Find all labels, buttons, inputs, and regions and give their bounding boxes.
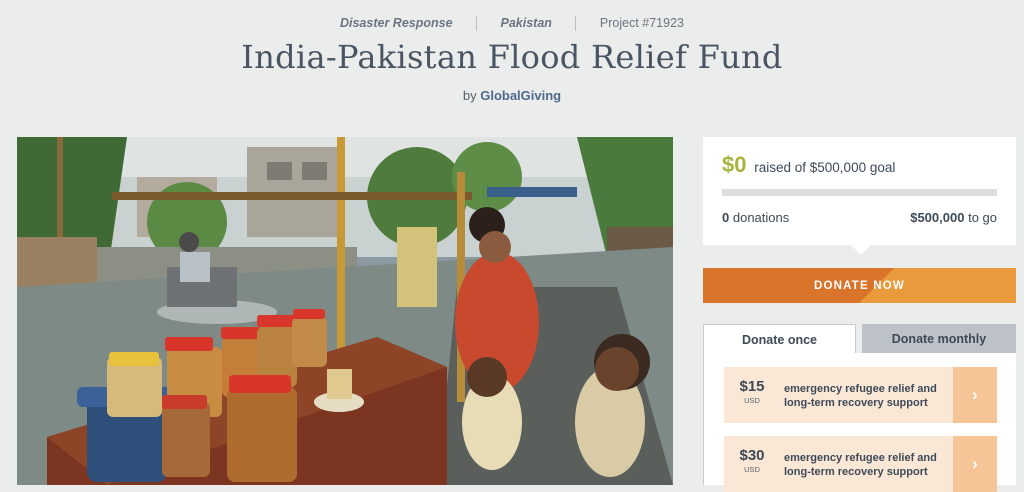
tab-donate-once[interactable]: Donate once	[703, 324, 856, 355]
project-number: Project #71923	[599, 16, 684, 30]
project-photo	[17, 137, 673, 485]
byline-prefix: by	[462, 88, 477, 103]
donations-number: 0	[722, 210, 730, 225]
raised-goal-text: raised of $500,000 goal	[754, 160, 896, 175]
funding-summary-card: $0 raised of $500,000 goal 0 donations $…	[703, 137, 1016, 255]
donations-count: 0 donations	[722, 210, 789, 225]
breadcrumb-category-link[interactable]: Disaster Response	[340, 16, 453, 30]
donation-option-30[interactable]: $30 USD emergency refugee relief and lon…	[724, 436, 997, 492]
chevron-right-icon[interactable]: ›	[953, 436, 997, 492]
breadcrumb-divider	[575, 16, 577, 32]
raised-summary: $0 raised of $500,000 goal	[722, 152, 895, 178]
donation-options-panel: $15 USD emergency refugee relief and lon…	[703, 353, 1016, 492]
breadcrumb-divider	[476, 16, 478, 32]
option-price: $15 USD	[724, 378, 780, 405]
amount-to-go: $500,000 to go	[910, 210, 997, 225]
to-go-label: to go	[968, 210, 997, 225]
raised-amount: $0	[722, 152, 747, 177]
chevron-right-icon[interactable]: ›	[953, 367, 997, 423]
option-currency: USD	[744, 465, 760, 474]
byline: by GlobalGiving	[0, 88, 1024, 103]
card-pointer	[851, 245, 871, 255]
donations-label: donations	[732, 210, 790, 225]
option-description: emergency refugee relief and long-term r…	[784, 452, 937, 478]
option-amount: $30	[739, 447, 765, 464]
donation-option-15[interactable]: $15 USD emergency refugee relief and lon…	[724, 367, 997, 423]
funding-progress-bar	[722, 189, 997, 196]
donate-now-button[interactable]: DONATE NOW	[703, 268, 1016, 303]
tab-donate-monthly[interactable]: Donate monthly	[862, 324, 1016, 354]
page-title: India-Pakistan Flood Relief Fund	[241, 38, 783, 76]
option-currency: USD	[744, 396, 760, 405]
donation-frequency-tabs: Donate once Donate monthly	[703, 324, 1016, 355]
to-go-amount: $500,000	[910, 210, 965, 225]
option-amount: $15	[739, 378, 765, 395]
breadcrumb: Disaster Response Pakistan Project #7192…	[0, 16, 1024, 32]
option-price: $30 USD	[724, 447, 780, 474]
breadcrumb-country-link[interactable]: Pakistan	[501, 16, 552, 30]
project-photo-illustration	[17, 137, 673, 485]
organization-link[interactable]: GlobalGiving	[480, 88, 561, 103]
option-description: emergency refugee relief and long-term r…	[784, 383, 937, 409]
